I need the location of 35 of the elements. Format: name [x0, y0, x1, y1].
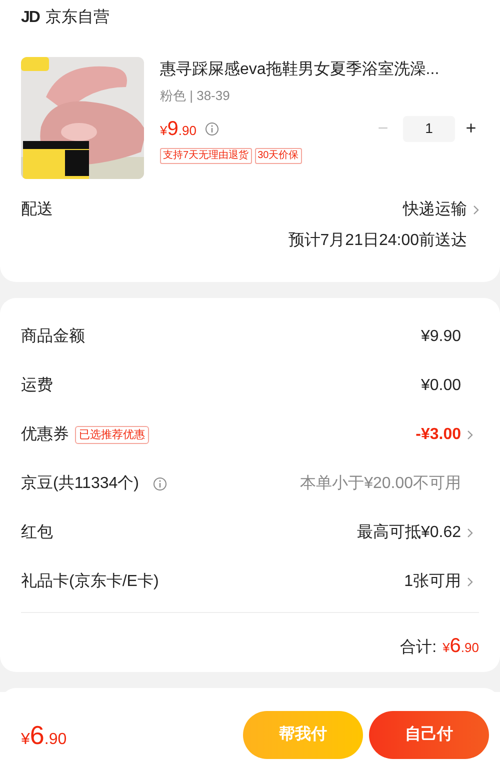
delivery-label: 配送 [21, 200, 53, 220]
info-icon[interactable] [205, 122, 220, 136]
chevron-right-icon [473, 205, 479, 215]
summary-label: 商品金额 [21, 326, 85, 346]
service-tag: 支持7天无理由退货 [160, 148, 252, 164]
increase-button[interactable]: + [463, 115, 479, 142]
summary-label: 运费 [21, 376, 53, 396]
chevron-right-icon [467, 576, 473, 586]
chevron-right-icon [467, 430, 473, 440]
jd-logo: JD [21, 8, 40, 28]
summary-value[interactable]: -¥3.00 [416, 422, 461, 446]
summary-value[interactable]: 1张可用 [404, 570, 461, 594]
coupon-tag: 已选推荐优惠 [75, 426, 149, 444]
total-label: 合计: [400, 638, 437, 658]
summary-label: 礼品卡(京东卡/E卡) [21, 572, 159, 592]
pay-amount: ¥6.90 [21, 718, 68, 752]
delivery-method[interactable]: 快递运输 [403, 198, 467, 222]
summary-value: 本单小于¥20.00不可用 [300, 474, 461, 494]
summary-label: 优惠券 [21, 424, 69, 444]
info-icon[interactable] [152, 476, 167, 490]
summary-value[interactable]: 最高可抵¥0.62 [356, 520, 461, 544]
service-tag: 30天价保 [254, 148, 302, 164]
shop-name: 京东自营 [45, 8, 110, 28]
delivery-eta: 预计7月21日24:00前送达 [288, 230, 467, 251]
total-price: ¥6.90 [442, 634, 479, 659]
product-spec: 粉色 | 38-39 [160, 87, 230, 105]
summary-label: 红包 [21, 522, 53, 542]
summary-value: ¥9.90 [420, 326, 461, 346]
product-title[interactable]: 惠寻踩屎感eva拖鞋男女夏季浴室洗澡... [160, 58, 479, 82]
product-price: ¥9.90 [160, 116, 196, 142]
summary-label: 京豆(共11334个) [21, 474, 139, 494]
summary-value: ¥0.00 [420, 376, 461, 396]
quantity-field[interactable]: 1 [403, 116, 455, 142]
chevron-right-icon [467, 528, 473, 538]
pay-button[interactable]: 自己付 [369, 711, 489, 759]
